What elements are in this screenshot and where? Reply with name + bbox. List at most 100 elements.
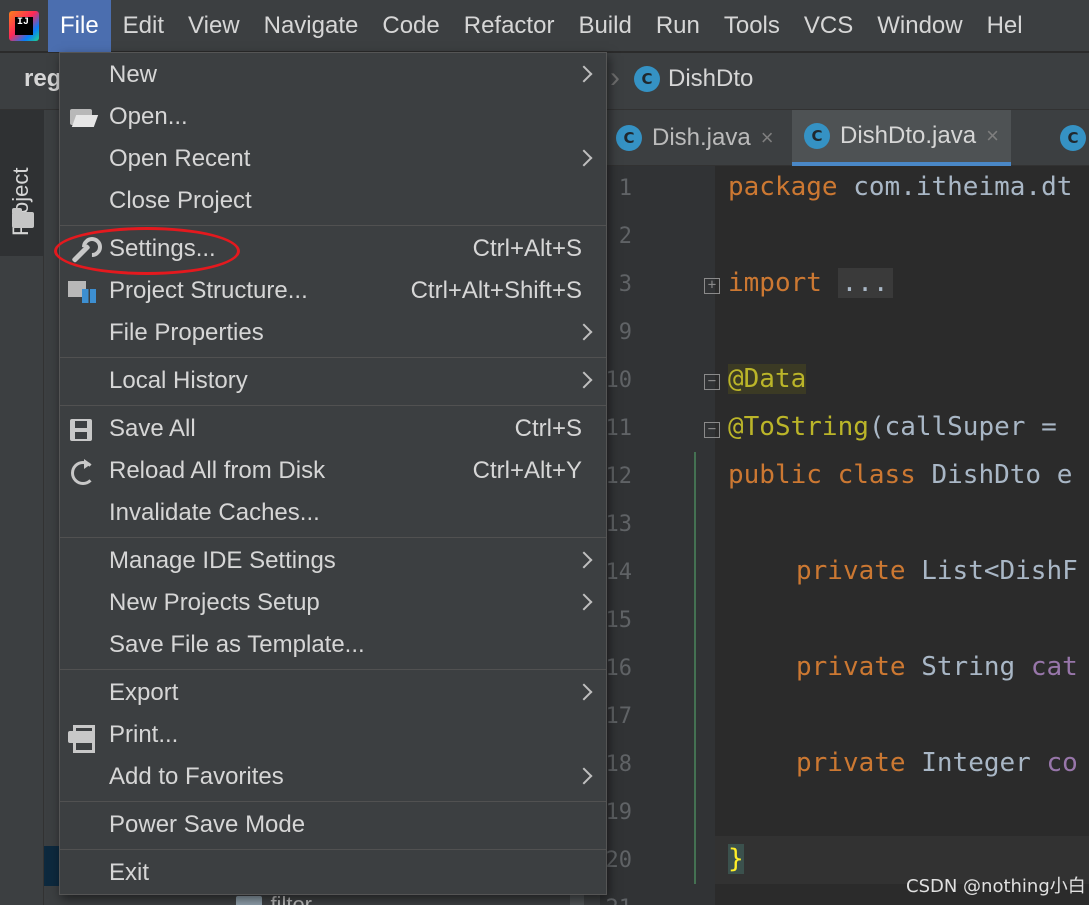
chevron-right-icon xyxy=(575,65,593,83)
menu-item-export[interactable]: Export xyxy=(60,673,606,715)
menu-separator xyxy=(60,537,606,538)
close-icon[interactable]: × xyxy=(986,123,999,149)
menu-file[interactable]: File xyxy=(48,0,111,52)
menu-item-print[interactable]: Print... xyxy=(60,715,606,757)
code-line: private Integer co xyxy=(796,748,1078,778)
menu-item-save-as-template[interactable]: Save File as Template... xyxy=(60,625,606,667)
menu-window[interactable]: Window xyxy=(865,0,974,52)
menu-item-label: Print... xyxy=(109,721,179,748)
code-text: (callSuper = xyxy=(868,412,1057,442)
code-field: cat xyxy=(1030,652,1078,682)
menu-item-open-recent[interactable]: Open Recent xyxy=(60,139,606,181)
menu-item-label: Export xyxy=(109,679,179,706)
code-line: private String cat xyxy=(796,652,1078,682)
menu-bar: IJ File Edit View Navigate Code Refactor… xyxy=(0,0,1089,52)
menu-separator xyxy=(60,669,606,670)
menu-item-add-to-favorites[interactable]: Add to Favorites xyxy=(60,757,606,799)
folder-icon xyxy=(236,896,263,905)
code-keyword: private xyxy=(796,748,906,778)
chevron-right-icon xyxy=(575,323,593,341)
menu-navigate[interactable]: Navigate xyxy=(252,0,371,52)
close-icon[interactable]: × xyxy=(761,125,774,151)
chevron-right-icon xyxy=(575,371,593,389)
menu-tools[interactable]: Tools xyxy=(712,0,792,52)
code-text: List<DishF xyxy=(905,556,1078,586)
menu-item-shortcut: Ctrl+Alt+S xyxy=(472,235,582,262)
menu-separator xyxy=(60,801,606,802)
menu-item-label: Save All xyxy=(109,415,196,442)
menu-run[interactable]: Run xyxy=(644,0,712,52)
chevron-right-icon xyxy=(575,767,593,785)
menu-item-file-properties[interactable]: File Properties xyxy=(60,313,606,355)
menu-item-power-save-mode[interactable]: Power Save Mode xyxy=(60,805,606,847)
menu-item-manage-ide-settings[interactable]: Manage IDE Settings xyxy=(60,541,606,583)
menu-build[interactable]: Build xyxy=(566,0,643,52)
breadcrumb-project[interactable]: reg xyxy=(24,65,61,93)
menu-item-settings[interactable]: Settings... Ctrl+Alt+S xyxy=(60,229,606,271)
menu-item-new[interactable]: New xyxy=(60,55,606,97)
folded-imports[interactable]: ... xyxy=(837,268,893,298)
menu-separator xyxy=(60,405,606,406)
menu-code[interactable]: Code xyxy=(370,0,451,52)
tab-next[interactable]: C xyxy=(1048,110,1089,166)
menu-vcs[interactable]: VCS xyxy=(792,0,865,52)
breadcrumb-class-label: DishDto xyxy=(668,65,754,92)
tab-dishdto-java[interactable]: C DishDto.java × xyxy=(792,110,1011,166)
menu-help[interactable]: Hel xyxy=(975,0,1035,52)
class-icon: C xyxy=(1060,125,1086,151)
class-icon: C xyxy=(634,66,660,92)
code-keyword: private xyxy=(796,652,906,682)
menu-edit[interactable]: Edit xyxy=(111,0,176,52)
vcs-change-marker xyxy=(694,452,696,884)
left-tool-strip: Project xyxy=(0,110,44,905)
file-menu-dropdown: New Open... Open Recent Close Project Se… xyxy=(59,52,607,895)
menu-item-label: Open... xyxy=(109,103,188,130)
menu-item-reload-all[interactable]: Reload All from Disk Ctrl+Alt+Y xyxy=(60,451,606,493)
menu-item-label: File Properties xyxy=(109,319,264,346)
menu-item-project-structure[interactable]: Project Structure... Ctrl+Alt+Shift+S xyxy=(60,271,606,313)
code-text: Integer xyxy=(905,748,1047,778)
menu-item-local-history[interactable]: Local History xyxy=(60,361,606,403)
breadcrumb-class[interactable]: C DishDto xyxy=(634,65,753,93)
code-line: package com.itheima.dt xyxy=(728,172,1072,202)
menu-item-label: Reload All from Disk xyxy=(109,457,326,484)
chevron-right-icon xyxy=(575,551,593,569)
fold-collapse-icon[interactable]: − xyxy=(704,374,720,390)
menu-item-label: Manage IDE Settings xyxy=(109,547,336,574)
menu-item-save-all[interactable]: Save All Ctrl+S xyxy=(60,409,606,451)
class-icon: C xyxy=(804,123,830,149)
code-editor[interactable]: 1 2 3 9 10 11 12 13 14 15 16 17 18 19 20… xyxy=(600,166,1089,905)
menu-item-shortcut: Ctrl+Alt+Shift+S xyxy=(410,277,582,304)
tab-dish-java[interactable]: C Dish.java × xyxy=(604,110,786,166)
printer-icon xyxy=(68,723,96,753)
menu-separator xyxy=(60,225,606,226)
menu-item-label: Save File as Template... xyxy=(109,631,365,658)
project-structure-icon xyxy=(68,279,96,305)
menu-view[interactable]: View xyxy=(176,0,252,52)
menu-item-label: Local History xyxy=(109,367,248,394)
chevron-right-icon xyxy=(575,593,593,611)
menu-separator xyxy=(60,849,606,850)
folder-open-icon xyxy=(68,105,96,131)
fold-collapse-icon[interactable]: − xyxy=(704,422,720,438)
tab-label: Dish.java xyxy=(652,124,751,151)
code-line: @ToString(callSuper = xyxy=(728,412,1057,442)
intellij-logo-icon[interactable]: IJ xyxy=(0,0,48,52)
menu-item-open[interactable]: Open... xyxy=(60,97,606,139)
fold-expand-icon[interactable]: + xyxy=(704,278,720,294)
menu-item-new-projects-setup[interactable]: New Projects Setup xyxy=(60,583,606,625)
menu-item-invalidate-caches[interactable]: Invalidate Caches... xyxy=(60,493,606,535)
chevron-right-icon xyxy=(575,149,593,167)
logo-text: IJ xyxy=(15,16,33,35)
code-keyword: private xyxy=(796,556,906,586)
folder-icon xyxy=(12,208,34,228)
project-tool-tab[interactable]: Project xyxy=(0,110,44,256)
code-line: private List<DishF xyxy=(796,556,1078,586)
tab-label: DishDto.java xyxy=(840,122,977,149)
code-text: String xyxy=(905,652,1031,682)
menu-item-close-project[interactable]: Close Project xyxy=(60,181,606,223)
menu-refactor[interactable]: Refactor xyxy=(452,0,567,52)
code-line: import ... xyxy=(728,268,893,298)
menu-item-exit[interactable]: Exit xyxy=(60,853,606,895)
code-field: co xyxy=(1046,748,1078,778)
